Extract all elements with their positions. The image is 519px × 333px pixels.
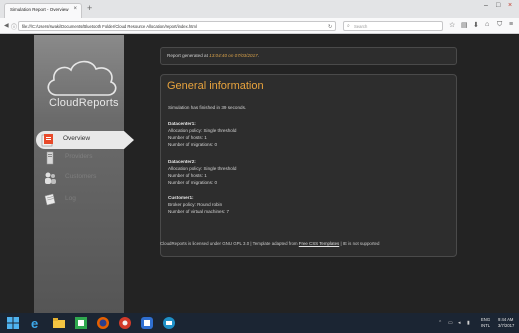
- menu-label-overview: Overview: [63, 135, 91, 142]
- menu-icon[interactable]: ≡: [509, 21, 513, 28]
- browser-tabstrip: Simulation Report - Overview × + – □ ×: [0, 0, 519, 18]
- menu-label-providers: Providers: [65, 153, 93, 160]
- url-text: file:///C:/Users/swaki/Documents/Bluetoo…: [22, 24, 197, 29]
- report-timestamp-box: Report generated at 13:04:40 on 07/03/20…: [160, 47, 457, 65]
- home-icon[interactable]: ⌂: [485, 21, 489, 28]
- logo-text: CloudReports: [49, 97, 119, 109]
- report-date: 13:04:40 on 07/03/2017: [209, 53, 258, 58]
- file-explorer-icon[interactable]: [52, 316, 66, 330]
- server-icon: [46, 151, 54, 165]
- datacenter1-heading: Datacenter1:: [168, 121, 196, 126]
- taskbar: e ⌃ ▭ ◂ ▮ ENG INTL 9:44 AM 3/7/2017: [0, 313, 519, 333]
- footer-link[interactable]: Free CSS Templates: [299, 241, 339, 246]
- report-text: Report generated at 13:04:40 on 07/03/20…: [167, 53, 259, 58]
- store-icon[interactable]: [74, 316, 88, 330]
- browser-tab[interactable]: Simulation Report - Overview ×: [4, 3, 82, 18]
- search-input[interactable]: ⌕ Search: [343, 21, 443, 31]
- datacenter2-migrations: Number of migrations: 0: [168, 180, 218, 185]
- datacenter1-hosts: Number of hosts: 1: [168, 135, 207, 140]
- app-teal-icon[interactable]: [162, 316, 176, 330]
- cloud-logo-icon: [47, 60, 117, 96]
- tab-close-icon[interactable]: ×: [73, 6, 77, 12]
- navigation-bar: ◀ ⓘ file:///C:/Users/swaki/Documents/Blu…: [0, 18, 519, 34]
- notification-icon[interactable]: ▮: [467, 320, 470, 326]
- users-icon: [45, 172, 56, 184]
- search-icon: ⌕: [347, 23, 350, 29]
- customer1-vms: Number of virtual machines: 7: [168, 209, 230, 214]
- star-icon[interactable]: ☆: [449, 21, 455, 29]
- menu-label-customers: Customers: [65, 173, 97, 180]
- simulation-summary: Simulation has finished in 39 seconds.: [168, 105, 247, 110]
- datacenter2-heading: Datacenter2:: [168, 159, 196, 164]
- close-window-button[interactable]: ×: [508, 2, 512, 9]
- language-indicator[interactable]: ENG: [481, 317, 490, 322]
- reader-icon[interactable]: ▤: [461, 21, 468, 29]
- footer-license: CloudReports is licensed under GNU GPL 3…: [160, 241, 299, 246]
- app-blue-icon[interactable]: [140, 316, 154, 330]
- maximize-button[interactable]: □: [496, 2, 500, 9]
- firefox-icon[interactable]: [96, 316, 110, 330]
- log-document-icon: [44, 193, 56, 206]
- app-red-icon[interactable]: [118, 316, 132, 330]
- windows-start-icon[interactable]: [6, 316, 20, 330]
- datacenter2-policy: Allocation policy: Single threshold: [168, 166, 237, 171]
- customer1-policy: Broker policy: Round robin: [168, 202, 223, 207]
- page-content: CloudReports Overview Providers Customer…: [0, 35, 519, 313]
- section-title: General information: [167, 80, 264, 92]
- datacenter1-migrations: Number of migrations: 0: [168, 142, 218, 147]
- clock-date: 3/7/2017: [498, 323, 515, 328]
- url-bar[interactable]: file:///C:/Users/swaki/Documents/Bluetoo…: [18, 21, 336, 31]
- tray-arrow-icon[interactable]: ⌃: [438, 320, 442, 326]
- menu-label-log: Log: [65, 195, 76, 202]
- info-icon[interactable]: ⓘ: [11, 22, 17, 31]
- menu-item-overview[interactable]: Overview: [36, 131, 134, 149]
- report-suffix: .: [257, 53, 259, 58]
- network-icon[interactable]: ▭: [448, 320, 453, 326]
- datacenter1-policy: Allocation policy: Single threshold: [168, 128, 237, 133]
- tab-title: Simulation Report - Overview: [10, 7, 69, 12]
- new-tab-button[interactable]: +: [87, 4, 92, 13]
- footer: CloudReports is licensed under GNU GPL 3…: [160, 241, 379, 246]
- volume-icon[interactable]: ◂: [458, 320, 461, 326]
- svg-text:e: e: [31, 316, 38, 330]
- general-information-panel: General information Simulation has finis…: [160, 74, 457, 257]
- clock-time[interactable]: 9:44 AM: [498, 317, 513, 322]
- customer1-heading: Customer1:: [168, 195, 194, 200]
- footer-note: | IE is not supported: [339, 241, 380, 246]
- back-icon[interactable]: ◀: [4, 22, 9, 29]
- download-icon[interactable]: ⬇: [473, 21, 479, 29]
- reload-icon[interactable]: ↻: [328, 24, 332, 30]
- internet-explorer-icon[interactable]: e: [30, 316, 44, 330]
- datacenter2-hosts: Number of hosts: 1: [168, 173, 207, 178]
- active-arrow: [124, 131, 134, 149]
- shield-icon[interactable]: ⛉: [497, 21, 502, 29]
- overview-icon: [41, 134, 53, 147]
- minimize-button[interactable]: –: [484, 2, 488, 9]
- language-sub: INTL: [481, 323, 491, 328]
- report-prefix: Report generated at: [167, 53, 210, 58]
- search-placeholder: Search: [354, 24, 368, 29]
